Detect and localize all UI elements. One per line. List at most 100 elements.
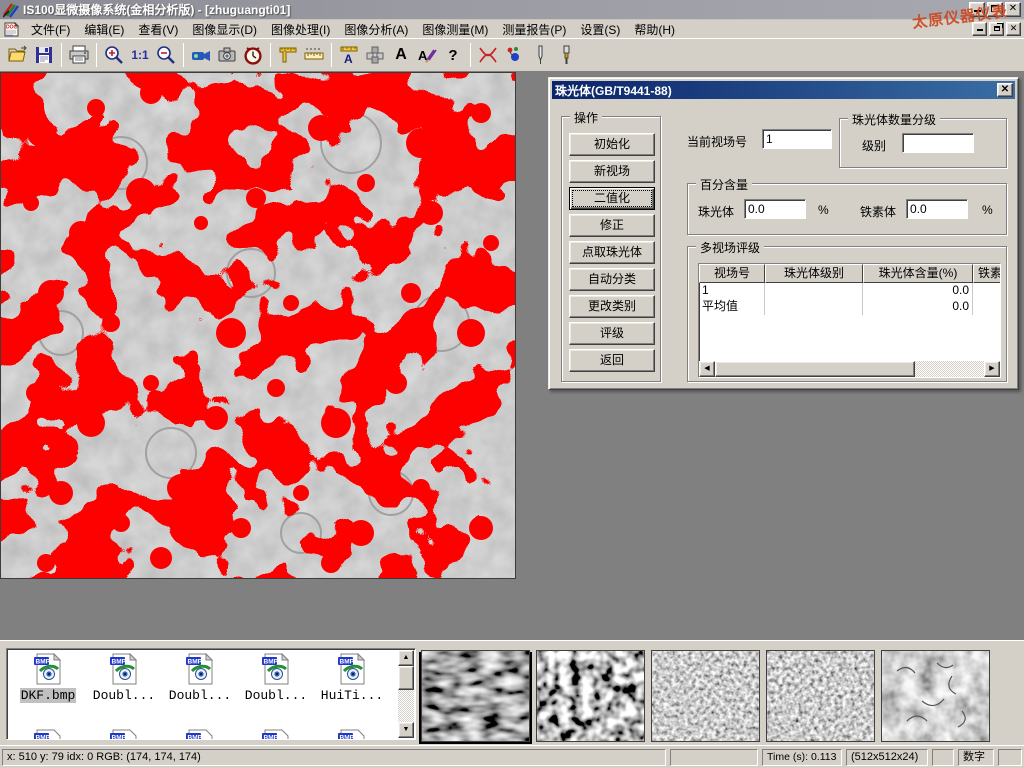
pearlite-dialog: 珠光体(GB/T9441-88) ✕ 操作 初始化 新视场 二值化 修正 点取珠… xyxy=(548,77,1019,390)
print-icon[interactable] xyxy=(66,42,92,68)
scroll-up-icon[interactable]: ▲ xyxy=(398,650,414,666)
list-item[interactable]: BMP Doubl... xyxy=(163,653,237,703)
menu-report[interactable]: 测量报告(P) xyxy=(495,20,573,39)
mdi-minimize-button[interactable] xyxy=(972,22,987,36)
svg-text:BMP: BMP xyxy=(112,659,127,666)
thumbnail-3[interactable] xyxy=(651,650,760,742)
list-item[interactable]: BMP xyxy=(163,729,237,740)
mdi-close-button[interactable]: ✕ xyxy=(1006,22,1021,36)
file-list-scrollbar[interactable]: ▲ ▼ xyxy=(398,650,414,738)
scroll-right-icon[interactable]: ▶ xyxy=(984,361,1000,377)
bmp-file-icon: BMP xyxy=(260,729,292,740)
zoom-in-icon[interactable] xyxy=(101,42,127,68)
init-button[interactable]: 初始化 xyxy=(569,133,655,156)
menu-image-process[interactable]: 图像处理(I) xyxy=(264,20,337,39)
rating-table-header: 视场号 珠光体级别 珠光体含量(%) 铁素体 xyxy=(699,264,1000,283)
table-row[interactable]: 平均值 0.0 xyxy=(699,299,1000,315)
rate-button[interactable]: 评级 xyxy=(569,322,655,345)
list-item[interactable]: BMP HuiTi... xyxy=(315,653,389,703)
particles-icon[interactable] xyxy=(501,42,527,68)
minimize-button[interactable] xyxy=(969,2,985,17)
timer-icon[interactable] xyxy=(240,42,266,68)
dialog-title-bar[interactable]: 珠光体(GB/T9441-88) ✕ xyxy=(552,81,1015,99)
document-icon[interactable]: DOC xyxy=(4,22,20,37)
bmp-file-icon: BMP xyxy=(32,729,64,740)
col-pearlite-content[interactable]: 珠光体含量(%) xyxy=(863,264,973,283)
ruler-icon[interactable] xyxy=(301,42,327,68)
col-field-no[interactable]: 视场号 xyxy=(699,264,765,283)
change-class-button[interactable]: 更改类别 xyxy=(569,295,655,318)
col-pearlite-grade[interactable]: 珠光体级别 xyxy=(765,264,863,283)
thumbnail-4[interactable] xyxy=(766,650,875,742)
grading-group-label: 珠光体数量分级 xyxy=(848,111,940,128)
list-item[interactable]: BMP Doubl... xyxy=(87,653,161,703)
binarize-button[interactable]: 二值化 xyxy=(569,187,655,210)
menu-view[interactable]: 查看(V) xyxy=(131,20,185,39)
menu-settings[interactable]: 设置(S) xyxy=(573,20,627,39)
list-item[interactable]: BMP DKF.bmp xyxy=(11,653,85,703)
file-listbox[interactable]: BMP DKF.bmp BMP Doubl... BMP Doubl... BM… xyxy=(6,648,416,740)
list-item[interactable]: BMP xyxy=(11,729,85,740)
actual-size-icon[interactable]: 1:1 xyxy=(127,42,153,68)
thumbnail-1[interactable] xyxy=(421,650,530,742)
scroll-thumb[interactable] xyxy=(398,666,414,690)
thumbnail-5[interactable] xyxy=(881,650,990,742)
table-row[interactable]: 1 0.0 xyxy=(699,283,1000,299)
pen-icon[interactable] xyxy=(527,42,553,68)
status-mode: 数字 xyxy=(958,749,994,766)
table-hscrollbar[interactable]: ◀ ▶ xyxy=(699,361,1000,377)
video-camera-icon[interactable] xyxy=(188,42,214,68)
dialog-close-icon[interactable]: ✕ xyxy=(997,83,1013,97)
menu-image-measure[interactable]: 图像测量(M) xyxy=(415,20,495,39)
list-item[interactable]: BMP xyxy=(315,729,389,740)
file-panel: BMP DKF.bmp BMP Doubl... BMP Doubl... BM… xyxy=(0,640,1024,745)
ferrite-input[interactable] xyxy=(906,199,968,219)
correct-button[interactable]: 修正 xyxy=(569,214,655,237)
cell-content: 0.0 xyxy=(863,299,973,315)
pearlite-input[interactable] xyxy=(744,199,806,219)
mdi-restore-button[interactable] xyxy=(989,22,1004,36)
grade-input[interactable] xyxy=(902,133,974,153)
list-item[interactable]: BMP xyxy=(239,729,313,740)
file-name[interactable]: Doubl... xyxy=(168,688,232,703)
return-button[interactable]: 返回 xyxy=(569,349,655,372)
menu-file[interactable]: 文件(F) xyxy=(24,20,77,39)
rating-table[interactable]: 视场号 珠光体级别 珠光体含量(%) 铁素体 1 0.0 平均值 0.0 xyxy=(698,263,1001,378)
caliper-icon[interactable] xyxy=(275,42,301,68)
maximize-button[interactable] xyxy=(987,2,1003,17)
menu-help[interactable]: 帮助(H) xyxy=(627,20,682,39)
file-name[interactable]: Doubl... xyxy=(92,688,156,703)
menu-image-display[interactable]: 图像显示(D) xyxy=(185,20,264,39)
brush-icon[interactable] xyxy=(553,42,579,68)
scroll-down-icon[interactable]: ▼ xyxy=(398,722,414,738)
percent-group: 百分含量 珠光体 % 铁素体 % xyxy=(687,183,1007,235)
scroll-left-icon[interactable]: ◀ xyxy=(699,361,715,377)
file-name[interactable]: Doubl... xyxy=(244,688,308,703)
file-name[interactable]: HuiTi... xyxy=(320,688,384,703)
measure-text-icon[interactable]: A xyxy=(336,42,362,68)
list-item[interactable]: BMP xyxy=(87,729,161,740)
file-name[interactable]: DKF.bmp xyxy=(20,688,77,703)
menu-edit[interactable]: 编辑(E) xyxy=(77,20,131,39)
open-icon[interactable] xyxy=(5,42,31,68)
col-ferrite[interactable]: 铁素体 xyxy=(973,264,1001,283)
auto-classify-button[interactable]: 自动分类 xyxy=(569,268,655,291)
scroll-thumb[interactable] xyxy=(715,361,915,377)
annotate-icon[interactable]: A xyxy=(414,42,440,68)
list-item[interactable]: BMP Doubl... xyxy=(239,653,313,703)
thumbnail-2[interactable] xyxy=(536,650,645,742)
metallographic-image[interactable] xyxy=(0,72,516,579)
camera-icon[interactable] xyxy=(214,42,240,68)
close-button[interactable]: ✕ xyxy=(1005,2,1021,17)
pick-pearlite-button[interactable]: 点取珠光体 xyxy=(569,241,655,264)
new-field-button[interactable]: 新视场 xyxy=(569,160,655,183)
operation-group-label: 操作 xyxy=(570,109,602,126)
save-icon[interactable] xyxy=(31,42,57,68)
text-icon[interactable]: A xyxy=(388,42,414,68)
pattern-icon[interactable] xyxy=(362,42,388,68)
menu-image-analysis[interactable]: 图像分析(A) xyxy=(337,20,415,39)
current-field-input[interactable] xyxy=(762,129,832,149)
curve-icon[interactable] xyxy=(475,42,501,68)
help-icon[interactable]: ? xyxy=(440,42,466,68)
zoom-out-icon[interactable] xyxy=(153,42,179,68)
